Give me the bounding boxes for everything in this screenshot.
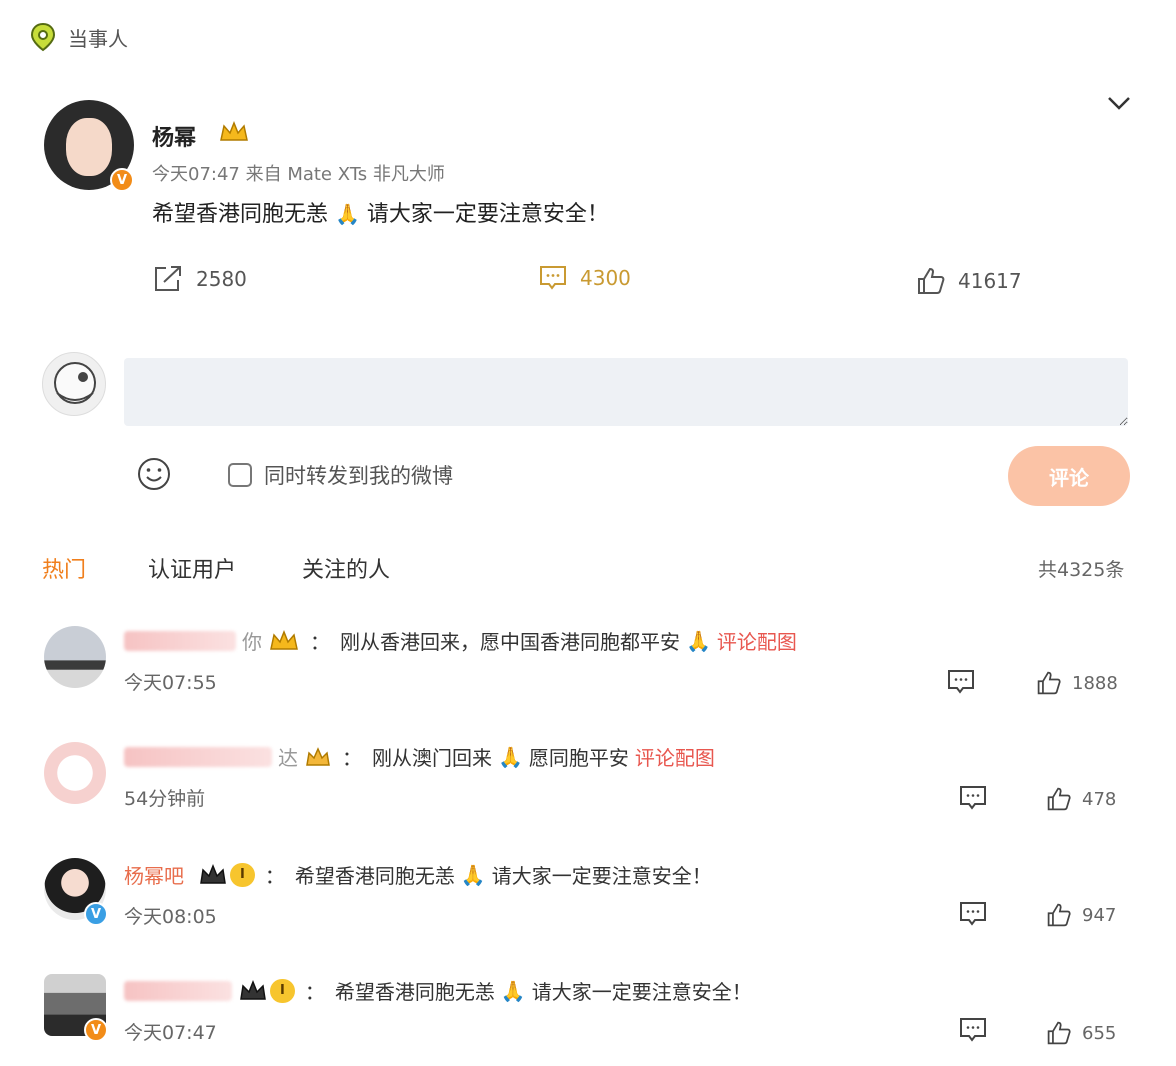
comment-like-button[interactable]: 1888 [1036,670,1118,696]
comment-text-after: 愿同胞平安 [528,746,629,770]
comment-button[interactable]: 4300 [538,264,631,292]
post-meta: 今天07:47 来自 Mate XTs 非凡大师 [152,164,445,185]
commenter-avatar[interactable] [44,742,106,804]
commenter-name-suffix[interactable]: 你 [242,626,262,655]
commenter-name-redacted[interactable] [124,980,232,1001]
comment-like-count: 947 [1082,904,1117,926]
comment-time: 54分钟前 [124,788,206,810]
comment-row: 达 ： 刚从澳门回来 🙏 愿同胞平安 评论配图 [124,742,715,771]
commenter-name-redacted[interactable] [124,746,272,767]
pray-emoji-icon: 🙏 [460,862,486,887]
commenter-name-suffix[interactable]: 达 [278,742,298,771]
comment-like-button[interactable]: 655 [1046,1020,1116,1046]
comment-text-after: 请大家一定要注意安全！ [531,980,752,1004]
repost-button[interactable]: 2580 [152,264,247,294]
tab-hot[interactable]: 热门 [42,552,86,584]
emoji-icon[interactable] [136,456,172,492]
my-avatar[interactable] [42,352,106,416]
comment-row: 你 ： 刚从香港回来，愿中国香港同胞都平安 🙏 评论配图 [124,626,797,655]
crown-badge-icon [304,745,332,769]
pray-emoji-icon: 🙏 [498,744,523,769]
location-pin-icon [30,22,56,52]
comment-total: 共4325条 [1038,559,1125,581]
fan-level-badge: I [230,862,255,887]
topic-tag-label: 当事人 [68,26,128,51]
verified-badge-icon: V [84,1018,108,1042]
thumbs-up-icon [918,267,945,294]
comment-time: 今天08:05 [124,906,217,928]
pray-emoji-icon: 🙏 [686,628,711,653]
comment-like-count: 478 [1082,788,1117,810]
comment-like-count: 1888 [1072,672,1118,694]
comment-count: 4300 [580,266,631,290]
commenter-avatar[interactable] [44,626,106,688]
forward-label[interactable]: 同时转发到我的微博 [264,460,453,490]
tab-verified-users[interactable]: 认证用户 [148,552,236,584]
comment-image-link[interactable]: 评论配图 [635,742,715,771]
comment-text-before: 刚从澳门回来 [372,746,492,770]
forward-checkbox[interactable] [228,463,252,487]
comment-like-button[interactable]: 478 [1046,786,1116,812]
post-text: 希望香港同胞无恙 🙏 请大家一定要注意安全！ [152,196,609,228]
comment-row: I ： 希望香港同胞无恙 🙏 请大家一定要注意安全！ [124,976,752,1005]
tab-following[interactable]: 关注的人 [302,552,390,584]
share-icon [155,266,181,291]
post-text-after: 请大家一定要注意安全！ [366,202,609,227]
verified-badge-icon: V [84,902,108,926]
reply-icon[interactable] [958,1016,988,1044]
thumbs-up-icon [1037,671,1061,695]
comment-input[interactable] [124,358,1128,426]
like-button[interactable]: 41617 [916,266,1022,296]
pray-emoji-icon: 🙏 [500,978,526,1003]
pray-emoji-icon: 🙏 [335,202,360,226]
comment-time: 今天07:55 [124,672,217,694]
post-text-before: 希望香港同胞无恙 [152,202,329,227]
verified-badge-icon: V [110,168,134,192]
chevron-down-icon[interactable] [1105,94,1133,112]
crown-badge-icon: I [238,978,295,1003]
submit-comment-button[interactable]: 评论 [1008,446,1130,506]
crown-badge-icon [218,120,250,144]
topic-tag[interactable]: 当事人 [30,22,128,52]
comment-text-after: 请大家一定要注意安全！ [491,864,712,888]
crown-badge-icon [268,629,300,653]
comment-icon [540,266,566,290]
comment-image-link[interactable]: 评论配图 [717,626,797,655]
crown-badge-icon: I [198,862,255,887]
repost-count: 2580 [196,267,247,291]
post-author-name[interactable]: 杨幂 [152,120,196,152]
comment-like-count: 655 [1082,1022,1117,1044]
comment-like-button[interactable]: 947 [1046,902,1116,928]
thumbs-up-icon [1047,787,1071,811]
comment-time: 今天07:47 [124,1022,217,1044]
thumbs-up-icon [1047,903,1071,927]
thumbs-up-icon [1047,1021,1071,1045]
reply-icon[interactable] [958,784,988,812]
reply-icon[interactable] [946,668,976,696]
reply-icon[interactable] [958,900,988,928]
like-count: 41617 [958,269,1022,293]
comment-text-before: 希望香港同胞无恙 [334,980,495,1004]
comment-text-before: 希望香港同胞无恙 [294,864,455,888]
commenter-name[interactable]: 杨幂吧 [124,860,184,889]
comment-text: 刚从香港回来，愿中国香港同胞都平安 [340,630,680,654]
fan-level-badge: I [270,978,295,1003]
comment-row: 杨幂吧 I ： 希望香港同胞无恙 🙏 请大家一定要注意安全！ [124,860,712,889]
commenter-name-redacted[interactable] [124,630,236,651]
